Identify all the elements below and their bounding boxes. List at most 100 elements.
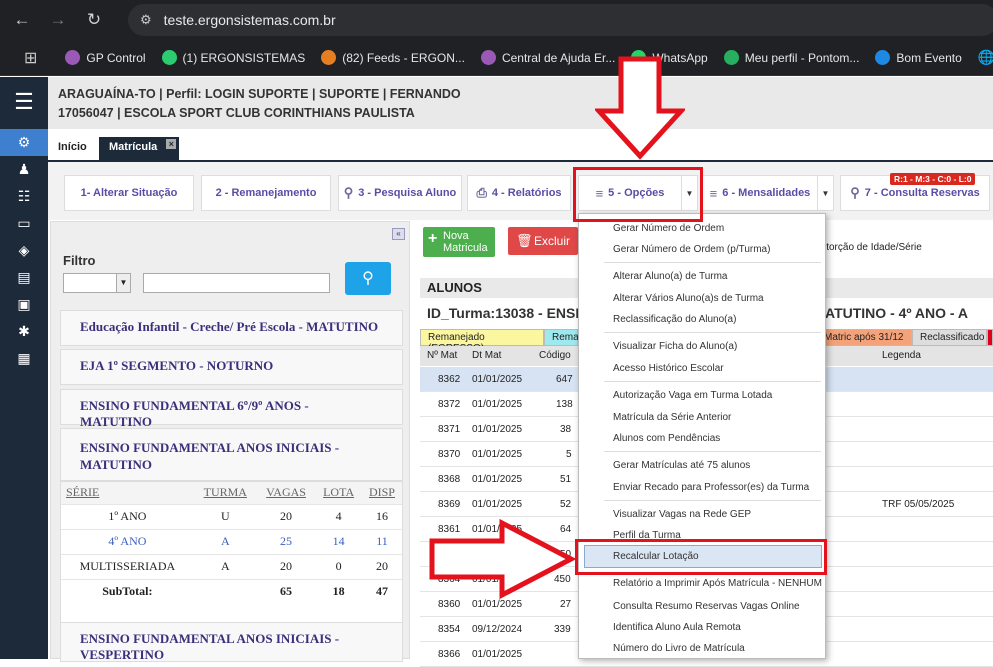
tab-inicio[interactable]: Início: [48, 137, 97, 162]
col-turma: TURMA: [193, 482, 257, 504]
menu-item-alunos-pendencias[interactable]: Alunos com Pendências: [613, 433, 720, 444]
legend-remanejado: Remanejado (EGRESSO): [420, 329, 544, 354]
bookmark-favicon-icon: [161, 50, 177, 65]
menu-item-livro-matricula[interactable]: Número do Livro de Matrícula: [613, 643, 745, 654]
settings-icon[interactable]: ⚙: [0, 129, 48, 156]
tab-matricula[interactable]: Matrícula ×: [99, 137, 180, 162]
col-vagas: VAGAS: [256, 482, 316, 504]
filter-label: Filtro: [63, 253, 96, 268]
menu-item-gerar-numero-ordem-turma[interactable]: Gerar Número de Ordem (p/Turma): [613, 244, 770, 255]
trash-icon: 🗑: [516, 233, 533, 248]
site-settings-icon[interactable]: ⚙: [140, 12, 152, 28]
filter-select[interactable]: ▼: [63, 273, 131, 293]
menu-item-autorizacao-vaga[interactable]: Autorização Vaga em Turma Lotada: [613, 390, 772, 401]
menu-divider: [604, 381, 821, 382]
dropbox-icon[interactable]: ◈: [0, 237, 48, 264]
menu-item-reclassificacao[interactable]: Reclassificação do Aluno(a): [613, 314, 736, 325]
menu-item-alterar-varios-alunos[interactable]: Alterar Vários Aluno(a)s de Turma: [613, 293, 764, 304]
highlight-box-opcoes: [573, 167, 703, 222]
person-icon[interactable]: ♟: [0, 156, 48, 183]
chevron-down-icon: ▼: [116, 274, 130, 292]
excluir-button[interactable]: 🗑 Excluir: [508, 227, 578, 255]
col-disp: DISP: [361, 482, 402, 504]
historico-link[interactable]: istorção de Idade/Série: [819, 242, 922, 253]
bookmark-gp-control[interactable]: GP Control: [65, 50, 146, 65]
highlight-box-recalcular: [575, 539, 827, 575]
bookmark-favicon-icon: [65, 50, 81, 65]
menu-item-enviar-recado[interactable]: Enviar Recado para Professor(es) da Turm…: [613, 482, 809, 493]
accordion-anos-iniciais-vespertino[interactable]: ENSINO FUNDAMENTAL ANOS INICIAIS - VESPE…: [60, 622, 403, 662]
accordion-fundamental-6-9[interactable]: ENSINO FUNDAMENTAL 6º/9º ANOS - MATUTINO: [60, 389, 403, 429]
menu-item-ficha-aluno[interactable]: Visualizar Ficha do Aluno(a): [613, 341, 737, 352]
header-line2: 17056047 | ESCOLA SPORT CLUB CORINTHIANS…: [58, 106, 415, 120]
search-icon: ⚲: [362, 270, 374, 287]
reservas-badge: R:1 - M:3 - C:0 - L:0: [890, 173, 976, 185]
subtotal-row: SubTotal: 65 18 47: [61, 578, 402, 604]
remanejamento-button[interactable]: 2 - Remanejamento: [201, 175, 331, 211]
sliders-icon: ≡: [709, 185, 718, 201]
col-lota: LOTA: [315, 482, 362, 504]
table-icon[interactable]: ▦: [0, 345, 48, 372]
tab-matricula-label: Matrícula: [109, 141, 158, 153]
apps-grid-icon[interactable]: ⊞: [24, 48, 37, 68]
table-row[interactable]: MULTISSERIADA A 20 0 20: [61, 553, 402, 579]
legend-matric: Matric após 31/12: [816, 329, 912, 346]
header-line1: ARAGUAÍNA-TO | Perfil: LOGIN SUPORTE | S…: [58, 87, 461, 101]
hamburger-icon[interactable]: ☰: [0, 89, 48, 129]
accordion-eja[interactable]: EJA 1º SEGMENTO - NOTURNO: [60, 349, 403, 385]
menu-divider: [604, 451, 821, 452]
filter-input[interactable]: [143, 273, 330, 293]
menu-item-consulta-reservas[interactable]: Consulta Resumo Reservas Vagas Online: [613, 601, 800, 612]
legend-rema: Rema: [544, 329, 579, 346]
printer-icon: ⎙: [476, 185, 487, 200]
bookmark-bom-evento[interactable]: Bom Evento: [875, 50, 962, 65]
bookmark-feeds[interactable]: (82) Feeds - ERGON...: [321, 50, 465, 65]
chevron-down-icon[interactable]: ▼: [817, 176, 833, 210]
legend-reclassificado: Reclassificado: [912, 329, 987, 346]
menu-item-matricula-serie-anterior[interactable]: Matrícula da Série Anterior: [613, 412, 731, 423]
address-bar[interactable]: ⚙ teste.ergonsistemas.com.br: [128, 4, 993, 36]
search-icon: ⚲: [343, 185, 354, 200]
close-icon[interactable]: ×: [166, 139, 177, 149]
pesquisa-aluno-button[interactable]: ⚲ 3 - Pesquisa Aluno: [338, 175, 462, 211]
menu-item-historico-escolar[interactable]: Acesso Histórico Escolar: [613, 363, 724, 374]
right-arrow-annotation: [429, 519, 576, 599]
legend-red: [987, 329, 993, 346]
bus-icon[interactable]: ▤: [0, 264, 48, 291]
bookmark-meu-perfil[interactable]: Meu perfil - Pontom...: [723, 50, 859, 65]
list-icon[interactable]: ☷: [0, 183, 48, 210]
bookmark-favicon-icon: [723, 50, 739, 65]
bookmark-favicon-icon: [875, 50, 891, 65]
down-arrow-annotation: [595, 56, 685, 160]
menu-item-gerar-matriculas[interactable]: Gerar Matrículas até 75 alunos: [613, 460, 750, 471]
table-row[interactable]: 4º ANO A 25 14 11: [61, 528, 402, 554]
mensalidades-button[interactable]: ≡ 6 - Mensalidades ▼: [702, 175, 834, 211]
menu-item-visualizar-vagas[interactable]: Visualizar Vagas na Rede GEP: [613, 509, 751, 520]
menu-item-gerar-numero-ordem[interactable]: Gerar Número de Ordem: [613, 223, 724, 234]
table-row[interactable]: 1º ANO U 20 4 16: [61, 503, 402, 529]
bookmark-ergonsistemas[interactable]: (1) ERGONSISTEMAS: [161, 50, 305, 65]
monitor-icon[interactable]: ▣: [0, 291, 48, 318]
series-table: SÉRIE TURMA VAGAS LOTA DISP 1º ANO U 20 …: [60, 481, 403, 633]
forward-icon[interactable]: →: [44, 10, 72, 30]
plus-icon: +: [428, 230, 438, 247]
url-text: teste.ergonsistemas.com.br: [163, 12, 336, 28]
accordion-anos-iniciais-matutino[interactable]: ENSINO FUNDAMENTAL ANOS INICIAIS - MATUT…: [60, 428, 403, 481]
accordion-educacao-infantil[interactable]: Educação Infantil - Creche/ Pré Escola -…: [60, 310, 403, 346]
back-icon[interactable]: ←: [8, 10, 36, 30]
filter-panel: « Filtro ▼ ⚲ Educação Infantil - Creche/…: [50, 221, 410, 662]
action-toolbar: 1- Alterar Situação 2 - Remanejamento ⚲ 3…: [48, 162, 993, 220]
collapse-icon[interactable]: «: [392, 228, 405, 240]
nova-matricula-button[interactable]: + Nova Matricula: [423, 227, 495, 257]
card-icon[interactable]: ▭: [0, 210, 48, 237]
menu-item-relatorio-imprimir[interactable]: Relatório a Imprimir Após Matrícula - NE…: [613, 578, 822, 589]
alterar-situacao-button[interactable]: 1- Alterar Situação: [64, 175, 194, 211]
menu-item-alterar-aluno-turma[interactable]: Alterar Aluno(a) de Turma: [613, 271, 728, 282]
search-button[interactable]: ⚲: [345, 262, 391, 295]
reload-icon[interactable]: ↻: [80, 10, 108, 30]
gear-icon[interactable]: ✱: [0, 318, 48, 345]
bookmark-favicon-icon: [321, 50, 337, 65]
globe-icon[interactable]: 🌐: [978, 49, 993, 66]
relatorios-button[interactable]: ⎙ 4 - Relatórios: [467, 175, 571, 211]
menu-item-aula-remota[interactable]: Identifica Aluno Aula Remota: [613, 622, 741, 633]
